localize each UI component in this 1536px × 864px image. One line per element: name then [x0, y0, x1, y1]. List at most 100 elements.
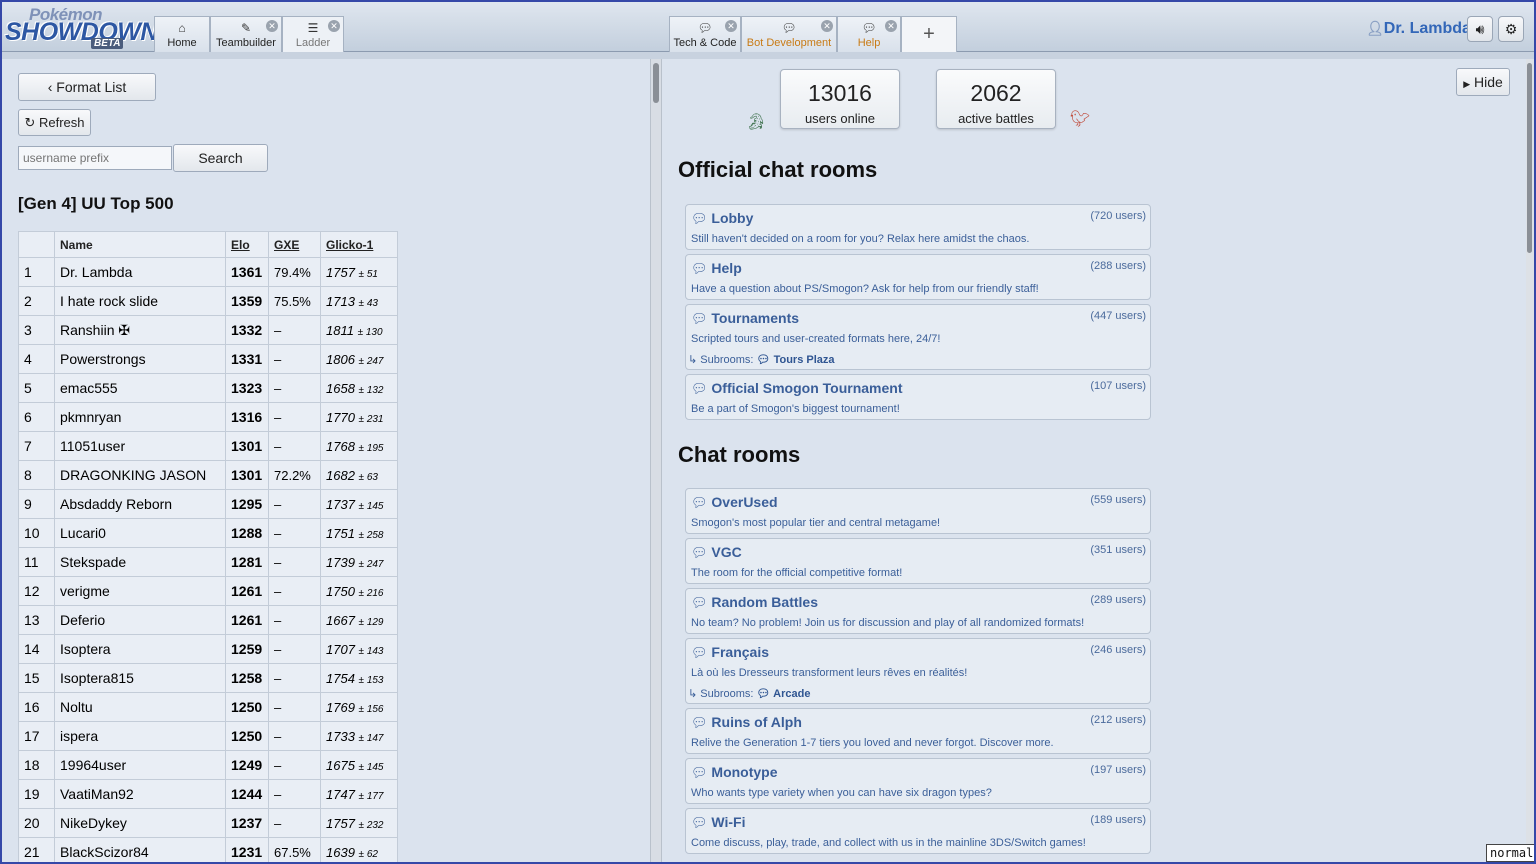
active-battles-box[interactable]: 2062 active battles	[936, 69, 1056, 129]
player-name-link[interactable]: NikeDykey	[54, 808, 226, 838]
room-name-link[interactable]: 💬︎ Official Smogon Tournament	[691, 380, 902, 397]
user-menu[interactable]: 👤︎Dr. Lambda	[1366, 20, 1471, 38]
room-name: Lobby	[711, 210, 754, 226]
sound-button[interactable]: 🔊︎	[1467, 16, 1493, 42]
rank-cell: 5	[18, 373, 55, 403]
glicko-header[interactable]: Glicko-1	[320, 231, 398, 258]
room-name-link[interactable]: 💬︎ Français	[691, 644, 769, 661]
chevron-left-icon: ‹	[47, 79, 53, 95]
left-scrollbar[interactable]	[650, 59, 662, 862]
player-name-link[interactable]: Deferio	[54, 605, 226, 635]
player-name-link[interactable]: BlackScizor84	[54, 837, 226, 862]
format-list-button[interactable]: ‹ Format List	[18, 73, 156, 101]
tab-teambuilder[interactable]: ✎ Teambuilder ✕	[210, 16, 282, 52]
tab-tech-code[interactable]: 💬︎ Tech & Code ✕	[669, 16, 741, 52]
room-card[interactable]: 💬︎ Help (288 users) Have a question about …	[685, 254, 1151, 300]
glicko-header-label: Glicko-1	[326, 237, 374, 252]
room-card[interactable]: 💬︎ OverUsed (559 users) Smogon's most popu…	[685, 488, 1151, 534]
player-name-link[interactable]: Dr. Lambda	[54, 257, 226, 287]
subroom-link[interactable]: 💬︎ Tours Plaza	[757, 354, 835, 366]
gxe-header[interactable]: GXE	[268, 231, 321, 258]
room-card[interactable]: 💬︎ Lobby (720 users) Still haven't decided…	[685, 204, 1151, 250]
showdown-logo[interactable]: Pokémon SHOWDOWN! BETA	[5, 4, 166, 49]
player-name-link[interactable]: emac555	[54, 373, 226, 403]
rank-cell: 16	[18, 692, 55, 722]
player-name-link[interactable]: VaatiMan92	[54, 779, 226, 809]
close-icon[interactable]: ✕	[885, 20, 897, 32]
table-row: 16 Noltu 1250–1769 ± 156	[18, 692, 398, 722]
table-row: 2I hate rock slide 1359 75.5% 1713 ± 43	[18, 286, 398, 316]
glicko-cell: 1639 ± 62	[320, 837, 398, 862]
room-name-link[interactable]: 💬︎ Wi-Fi	[691, 814, 746, 831]
glicko-deviation: ± 247	[358, 355, 384, 367]
tab-help[interactable]: 💬︎ Help ✕	[837, 16, 901, 52]
player-name-link[interactable]: DRAGONKING JASON	[54, 460, 226, 490]
gxe-cell: –	[268, 315, 321, 345]
glicko-rating: 1757	[326, 264, 355, 280]
close-icon[interactable]: ✕	[328, 20, 340, 32]
room-card[interactable]: 💬︎ Ruins of Alph (212 users) Relive the Ge…	[685, 708, 1151, 754]
gxe-cell: –	[268, 489, 321, 519]
room-name-link[interactable]: 💬︎ Ruins of Alph	[691, 714, 802, 731]
left-scrollbar-thumb[interactable]	[653, 63, 659, 103]
room-name-link[interactable]: 💬︎ VGC	[691, 544, 742, 561]
hide-button[interactable]: ▶ Hide	[1456, 68, 1510, 96]
player-name-link[interactable]: Absdaddy Reborn	[54, 489, 226, 519]
close-icon[interactable]: ✕	[266, 20, 278, 32]
player-name-link[interactable]: ispera	[54, 721, 226, 751]
subrooms-label: Subrooms:	[700, 688, 754, 700]
room-card[interactable]: 💬︎ Random Battles (289 users) No team? No …	[685, 588, 1151, 634]
room-name-link[interactable]: 💬︎ Tournaments	[691, 310, 799, 327]
rank-cell: 9	[18, 489, 55, 519]
player-name-link[interactable]: Noltu	[54, 692, 226, 722]
room-name-link[interactable]: 💬︎ Lobby	[691, 210, 753, 227]
room-card[interactable]: 💬︎ Tournaments (447 users) Scripted tours …	[685, 304, 1151, 370]
player-name-link[interactable]: I hate rock slide	[54, 286, 226, 316]
room-description: Scripted tours and user-created formats …	[691, 333, 941, 345]
elo-header[interactable]: Elo	[225, 231, 269, 258]
elo-cell: 1301	[225, 460, 269, 490]
room-card[interactable]: 💬︎ Official Smogon Tournament (107 users)…	[685, 374, 1151, 420]
new-tab-button[interactable]: +	[901, 16, 957, 52]
player-name-link[interactable]: 11051user	[54, 431, 226, 461]
tab-ladder[interactable]: ☰ Ladder ✕	[282, 16, 344, 52]
player-name-link[interactable]: 19964user	[54, 750, 226, 780]
glicko-deviation: ± 147	[358, 732, 384, 744]
room-name-link[interactable]: 💬︎ Help	[691, 260, 742, 277]
close-icon[interactable]: ✕	[821, 20, 833, 32]
player-name-link[interactable]: Stekspade	[54, 547, 226, 577]
tab-bot-development[interactable]: 💬︎ Bot Development ✕	[741, 16, 837, 52]
settings-button[interactable]: ⚙	[1498, 16, 1524, 42]
player-name-link[interactable]: Ranshiin ✠	[54, 315, 226, 345]
subroom-link[interactable]: 💬︎ Arcade	[757, 688, 811, 700]
close-icon[interactable]: ✕	[725, 20, 737, 32]
right-scrollbar-thumb[interactable]	[1527, 63, 1532, 253]
player-name-link[interactable]: verigme	[54, 576, 226, 606]
room-name-link[interactable]: 💬︎ OverUsed	[691, 494, 778, 511]
search-button[interactable]: Search	[173, 144, 268, 172]
player-name-link[interactable]: Lucari0	[54, 518, 226, 548]
users-online-box[interactable]: 13016 users online	[780, 69, 900, 129]
room-description: Relive the Generation 1-7 tiers you love…	[691, 737, 1054, 749]
room-card[interactable]: 💬︎ Monotype (197 users) Who wants type var…	[685, 758, 1151, 804]
player-name-link[interactable]: pkmnryan	[54, 402, 226, 432]
username-search-input[interactable]	[18, 146, 172, 170]
user-icon: 👤︎	[1366, 20, 1384, 36]
player-name-link[interactable]: Powerstrongs	[54, 344, 226, 374]
tab-bot-development-label: Bot Development	[746, 37, 832, 49]
right-scrollbar[interactable]	[1526, 59, 1534, 862]
room-user-count: (189 users)	[1090, 814, 1146, 826]
refresh-button[interactable]: ↻ Refresh	[18, 109, 91, 136]
room-name-link[interactable]: 💬︎ Random Battles	[691, 594, 818, 611]
elo-cell: 1261	[225, 605, 269, 635]
room-description: No team? No problem! Join us for discuss…	[691, 617, 1085, 629]
chat-icon: 💬︎	[756, 354, 771, 366]
room-name-link[interactable]: 💬︎ Monotype	[691, 764, 778, 781]
active-battles-label: active battles	[958, 111, 1034, 126]
player-name-link[interactable]: Isoptera	[54, 634, 226, 664]
tab-home[interactable]: ⌂ Home	[154, 16, 210, 52]
room-card[interactable]: 💬︎ Wi-Fi (189 users) Come discuss, play, t…	[685, 808, 1151, 854]
room-card[interactable]: 💬︎ Français (246 users) Là où les Dresseur…	[685, 638, 1151, 704]
player-name-link[interactable]: Isoptera815	[54, 663, 226, 693]
room-card[interactable]: 💬︎ VGC (351 users) The room for the offici…	[685, 538, 1151, 584]
